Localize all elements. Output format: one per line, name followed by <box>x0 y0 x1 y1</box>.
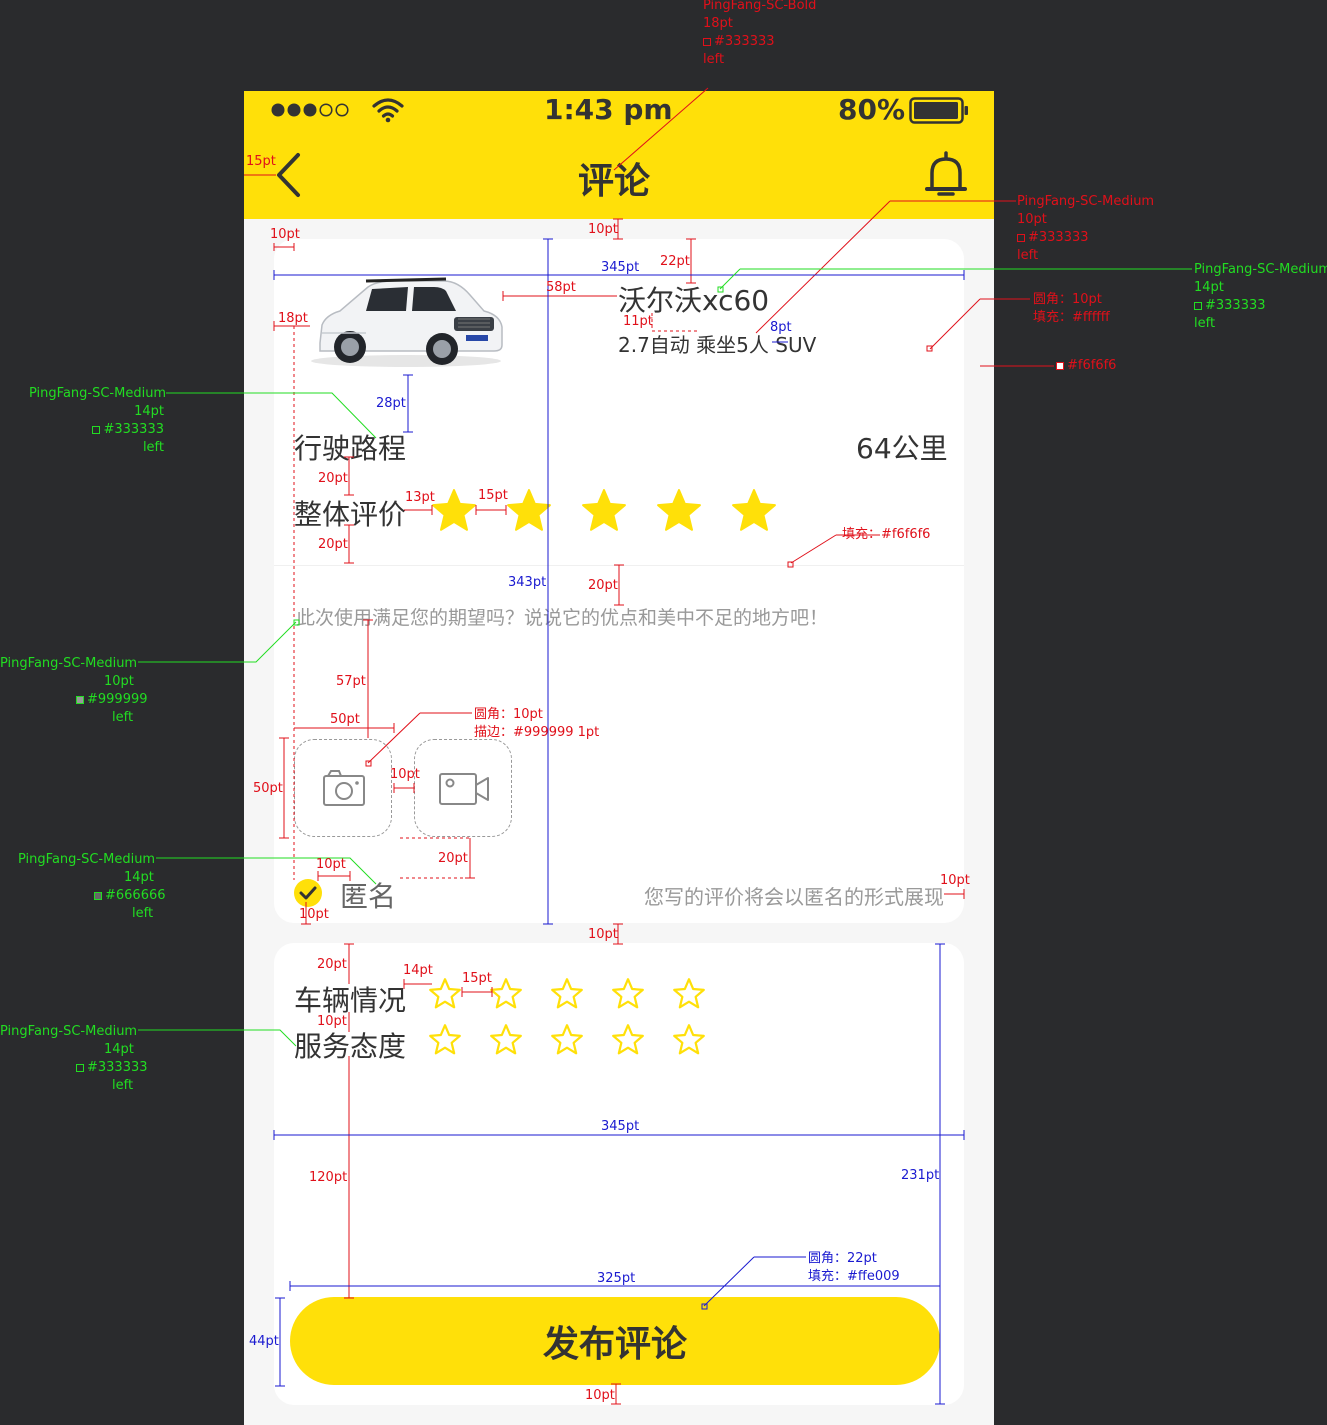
dim-label: 10pt <box>940 873 970 888</box>
dim-label: 20pt <box>317 957 347 972</box>
dim-label: 8pt <box>770 320 792 335</box>
dim-label: 120pt <box>309 1170 348 1185</box>
dim-label: 20pt <box>318 537 348 552</box>
publish-button[interactable]: 发布评论 <box>290 1297 940 1385</box>
dim-label: 13pt <box>405 490 435 505</box>
star-icon[interactable] <box>550 977 584 1011</box>
star-icon[interactable] <box>580 487 628 535</box>
mileage-label: 行驶路程 <box>294 432 407 465</box>
upload-photo-button[interactable] <box>294 739 392 837</box>
battery-icon <box>909 97 968 124</box>
dim-label: 50pt <box>330 712 360 727</box>
star-icon[interactable] <box>550 1023 584 1057</box>
dim-label: 58pt <box>546 280 576 295</box>
star-icon[interactable] <box>489 1023 523 1057</box>
divider <box>274 565 964 566</box>
annotation-placeholder-font: PingFang-SC-Medium 10pt #999999 left <box>0 656 148 725</box>
dim-label: 20pt <box>318 471 348 486</box>
star-icon[interactable] <box>505 487 553 535</box>
annotation-name-font: PingFang-SC-Medium 14pt #333333 left <box>1194 262 1327 331</box>
dim-label: 10pt <box>390 767 420 782</box>
annotation-anon-font: PingFang-SC-Medium 14pt #666666 left <box>18 852 166 921</box>
dim-label: 22pt <box>660 254 690 269</box>
camera-icon <box>323 770 365 806</box>
signal-icon <box>271 103 349 117</box>
star-icon[interactable] <box>672 977 706 1011</box>
annotation-page-bg: #f6f6f6 <box>1056 357 1116 375</box>
dim-label: 28pt <box>376 396 406 411</box>
car-image <box>311 277 503 367</box>
dim-label: 10pt <box>270 227 300 242</box>
dim-label: 10pt <box>316 857 346 872</box>
dim-label: 14pt <box>403 963 433 978</box>
dim-label: 343pt <box>508 575 547 590</box>
star-icon[interactable] <box>611 1023 645 1057</box>
annotation-title-font: PingFang-SC-Bold 18pt #333333 left <box>703 0 817 67</box>
phone-screen: 1:43 pm 80% 评论 沃尔沃xc60 2.7自动 乘坐5人 SUV 行驶… <box>244 91 994 1425</box>
star-icon[interactable] <box>430 487 478 535</box>
dim-label: 50pt <box>253 781 283 796</box>
annotation-label-font: PingFang-SC-Medium 14pt #333333 left <box>29 386 167 455</box>
back-arrow-icon[interactable] <box>274 151 302 199</box>
dim-label: 15pt <box>462 971 492 986</box>
annotation-card-radius: 圆角：10pt 填充：#ffffff <box>1033 292 1110 325</box>
dim-label: 18pt <box>278 311 308 326</box>
star-icon[interactable] <box>730 487 778 535</box>
overall-rating-label: 整体评价 <box>294 498 407 531</box>
dim-label: 345pt <box>601 1119 640 1134</box>
dim-label: 15pt <box>246 154 276 169</box>
wifi-icon <box>372 98 404 123</box>
dim-label: 231pt <box>901 1168 940 1183</box>
annotation-divider-fill: 填充：#f6f6f6 <box>842 527 931 542</box>
star-icon[interactable] <box>655 487 703 535</box>
star-icon[interactable] <box>611 977 645 1011</box>
star-icon[interactable] <box>428 1023 462 1057</box>
annotation-button-style: 圆角：22pt 填充：#ffe009 <box>808 1251 900 1284</box>
dim-label: 10pt <box>588 927 618 942</box>
status-time: 1:43 pm <box>544 93 673 126</box>
star-icon[interactable] <box>672 1023 706 1057</box>
dim-label: 20pt <box>588 578 618 593</box>
video-camera-icon <box>439 773 489 805</box>
review-card: 沃尔沃xc60 2.7自动 乘坐5人 SUV 行驶路程 64公里 整体评价 此次… <box>274 239 964 923</box>
dim-label: 57pt <box>336 674 366 689</box>
dim-label: 325pt <box>597 1271 636 1286</box>
upload-video-button[interactable] <box>414 739 512 837</box>
dim-label: 11pt <box>623 314 653 329</box>
anonymous-label[interactable]: 匿名 <box>340 875 396 915</box>
dim-label: 10pt <box>588 222 618 237</box>
star-icon[interactable] <box>489 977 523 1011</box>
anonymous-hint: 您写的评价将会以匿名的形式展现 <box>644 885 944 909</box>
dim-label: 15pt <box>478 488 508 503</box>
vehicle-condition-label: 车辆情况 <box>294 984 407 1017</box>
annotation-rating-font: PingFang-SC-Medium 14pt #333333 left <box>0 1024 148 1093</box>
page-title: 评论 <box>578 161 651 202</box>
dim-label: 10pt <box>585 1388 615 1403</box>
anonymous-check-icon[interactable] <box>294 879 322 907</box>
dim-label: 10pt <box>317 1014 347 1029</box>
bell-icon[interactable] <box>924 151 968 199</box>
dim-label: 20pt <box>438 851 468 866</box>
mileage-value: 64公里 <box>856 432 948 465</box>
dim-label: 10pt <box>299 907 329 922</box>
dim-label: 345pt <box>601 260 640 275</box>
dim-label: 44pt <box>249 1334 279 1349</box>
header-bar: 1:43 pm 80% 评论 <box>244 91 994 219</box>
review-textarea-placeholder[interactable]: 此次使用满足您的期望吗？说说它的优点和美中不足的地方吧！ <box>296 603 828 630</box>
star-icon[interactable] <box>428 977 462 1011</box>
annotation-upload-style: 圆角：10pt 描边：#999999 1pt <box>474 707 600 740</box>
service-attitude-label: 服务态度 <box>294 1030 407 1063</box>
annotation-spec-font: PingFang-SC-Medium 10pt #333333 left <box>1017 194 1155 263</box>
battery-percent: 80% <box>838 93 906 126</box>
